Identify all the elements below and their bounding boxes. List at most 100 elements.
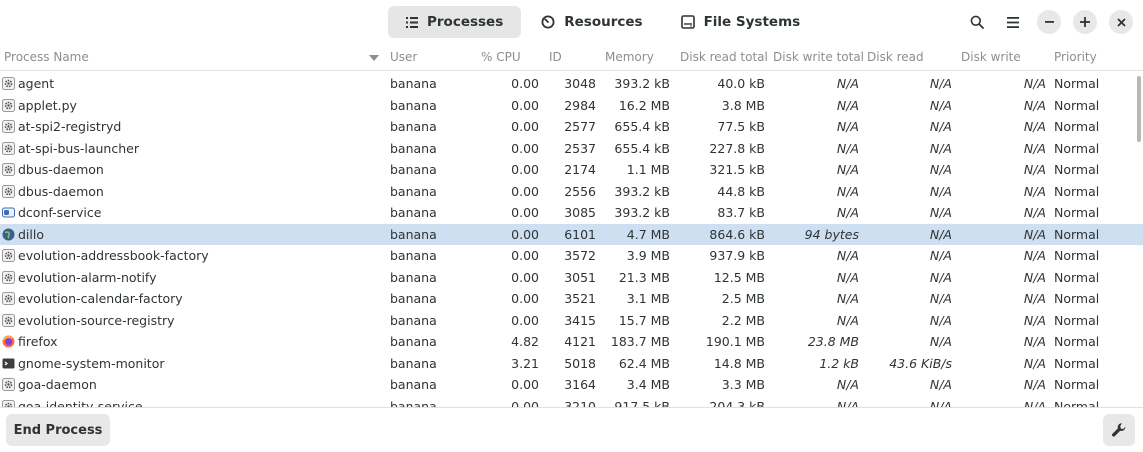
process-cpu: 0.00 [511, 162, 539, 177]
table-row[interactable]: agent banana 0.00 3048 393.2 kB 40.0 kB N/A N/A… [0, 73, 1143, 95]
column-header-id[interactable]: ID [549, 50, 562, 64]
process-priority: Normal [1054, 269, 1100, 285]
process-name: dbus-daemon [18, 183, 104, 199]
table-row[interactable]: evolution-addressbook-factory banana 0.00 3… [0, 245, 1143, 267]
column-header-disk-read-total[interactable]: Disk read total [680, 50, 768, 64]
process-priority: Normal [1054, 119, 1100, 134]
table-row[interactable]: goa-identity-service banana 0.00 3210 917.5 … [0, 396, 1143, 408]
process-disk-write: N/A [1023, 205, 1046, 220]
process-disk-write-total: N/A [836, 97, 859, 113]
table-row[interactable]: evolution-source-registry banana 0.00 3415 1… [0, 310, 1143, 332]
process-id: 5018 [564, 355, 596, 371]
minimize-button[interactable] [1035, 8, 1063, 36]
process-name: dillo [18, 226, 45, 242]
footer-bar: End Process [0, 407, 1143, 452]
process-priority: Normal [1054, 398, 1100, 408]
process-disk-read: N/A [929, 226, 952, 242]
table-row[interactable]: dconf-service banana 0.00 3085 393.2 kB 83.7 … [0, 202, 1143, 224]
process-id: 3164 [564, 377, 596, 392]
process-disk-write: N/A [1023, 76, 1046, 91]
process-user: banana [390, 97, 437, 113]
process-list[interactable]: agent banana 0.00 3048 393.2 kB 40.0 kB N/A N/A… [0, 73, 1143, 407]
table-row[interactable]: applet.py banana 0.00 2984 16.2 MB 3.8 MB N/A N… [0, 95, 1143, 117]
process-disk-read-total: 321.5 kB [709, 162, 765, 177]
gear-icon [2, 163, 15, 176]
table-row[interactable]: firefox banana 4.82 4121 183.7 MB 190.1 MB 23.… [0, 331, 1143, 353]
process-name: firefox [18, 334, 58, 349]
process-id: 3051 [564, 269, 596, 285]
table-row[interactable]: at-spi2-registryd banana 0.00 2577 655.4 kB 7… [0, 116, 1143, 138]
gear-icon [2, 141, 15, 155]
process-id: 3085 [564, 205, 596, 220]
process-cpu: 0.00 [511, 312, 539, 328]
tab-file-systems[interactable]: File Systems [663, 6, 819, 38]
column-header-process-name[interactable]: Process Name [4, 50, 89, 64]
tab-resources[interactable]: Resources [523, 6, 660, 38]
process-disk-read: N/A [929, 291, 952, 306]
table-row[interactable]: evolution-alarm-notify banana 0.00 3051 21.3… [0, 267, 1143, 289]
process-name: agent [18, 76, 55, 91]
table-row[interactable]: at-spi-bus-launcher banana 0.00 2537 655.4 k… [0, 138, 1143, 160]
table-row[interactable]: dillo banana 0.00 6101 4.7 MB 864.6 kB 94 byte… [0, 223, 1143, 245]
process-cpu: 0.00 [511, 76, 539, 91]
header-bar: Processes Resources File Systems [0, 0, 1143, 44]
process-cpu: 0.00 [511, 398, 539, 408]
process-cpu: 0.00 [511, 269, 539, 285]
process-id: 2984 [564, 97, 596, 113]
process-priority: Normal [1054, 312, 1100, 328]
process-cpu: 0.00 [511, 119, 539, 134]
toggle-icon [2, 206, 15, 219]
table-row[interactable]: evolution-calendar-factory banana 0.00 3521… [0, 288, 1143, 310]
process-disk-write-total: N/A [836, 398, 859, 408]
process-disk-write: N/A [1023, 334, 1046, 349]
table-row[interactable]: dbus-daemon banana 0.00 2174 1.1 MB 321.5 kB N… [0, 159, 1143, 181]
process-id: 2174 [564, 162, 596, 177]
table-row[interactable]: goa-daemon banana 0.00 3164 3.4 MB 3.3 MB N/A N… [0, 374, 1143, 396]
process-memory: 917.5 kB [614, 398, 670, 408]
column-header-disk-write[interactable]: Disk write [961, 50, 1021, 64]
process-disk-write: N/A [1023, 140, 1046, 156]
tab-processes[interactable]: Processes [388, 6, 522, 38]
process-disk-write: N/A [1023, 97, 1046, 113]
header-actions [955, 8, 1135, 36]
process-priority: Normal [1054, 205, 1100, 220]
column-header-user[interactable]: User [390, 50, 417, 64]
column-header-priority[interactable]: Priority [1054, 50, 1097, 64]
process-priority: Normal [1054, 140, 1100, 156]
search-button[interactable] [963, 8, 991, 36]
process-memory: 655.4 kB [614, 119, 670, 134]
process-user: banana [390, 119, 437, 134]
menu-button[interactable] [999, 8, 1027, 36]
process-disk-read: 43.6 KiB/s [889, 355, 952, 371]
process-disk-read-total: 12.5 MB [713, 269, 765, 285]
tab-resources-label: Resources [564, 14, 643, 30]
process-disk-read-total: 864.6 kB [709, 226, 765, 242]
process-priority: Normal [1054, 355, 1100, 371]
process-id: 2556 [564, 183, 596, 199]
process-disk-read: N/A [929, 312, 952, 328]
process-memory: 4.7 MB [626, 226, 670, 242]
column-header-cpu[interactable]: % CPU [481, 50, 521, 64]
table-row[interactable]: dbus-daemon banana 0.00 2556 393.2 kB 44.8 kB… [0, 181, 1143, 203]
close-icon [1109, 10, 1133, 34]
process-disk-read-total: 3.8 MB [721, 97, 765, 113]
end-process-button[interactable]: End Process [6, 414, 110, 446]
column-header-disk-read[interactable]: Disk read [867, 50, 924, 64]
process-priority: Normal [1054, 334, 1100, 349]
column-header-memory[interactable]: Memory [605, 50, 654, 64]
list-icon [406, 16, 418, 28]
column-header-disk-write-total[interactable]: Disk write total [773, 50, 864, 64]
process-disk-read: N/A [929, 248, 952, 263]
sort-descending-icon [369, 55, 379, 61]
process-id: 2577 [564, 119, 596, 134]
vertical-scrollbar[interactable] [1137, 76, 1141, 142]
disk-icon [680, 15, 695, 29]
process-options-button[interactable] [1103, 414, 1135, 446]
table-row[interactable]: gnome-system-monitor banana 3.21 5018 62.4 M… [0, 353, 1143, 375]
process-disk-write: N/A [1023, 162, 1046, 177]
maximize-button[interactable] [1071, 8, 1099, 36]
process-user: banana [390, 162, 437, 177]
close-button[interactable] [1107, 8, 1135, 36]
process-disk-write-total: N/A [836, 312, 859, 328]
process-name: goa-identity-service [18, 398, 143, 408]
